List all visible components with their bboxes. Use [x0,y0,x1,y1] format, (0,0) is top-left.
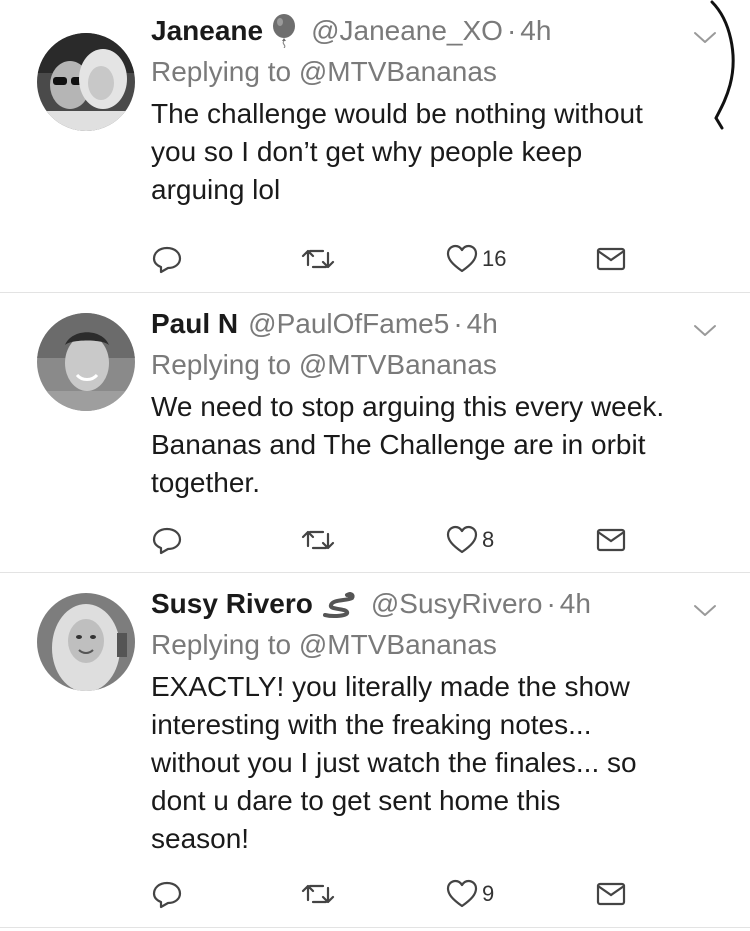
tweet-text-line: you so I don’t get why people keep [151,136,583,167]
user-handle[interactable]: @PaulOfFame5 [248,308,449,340]
chevron-down-icon[interactable] [692,323,718,344]
tweet-text: EXACTLY! you literally made the show int… [151,668,721,858]
replying-to-label[interactable]: Replying to @MTVBananas [151,629,497,661]
tweet-text-line: The challenge would be nothing without [151,98,643,129]
heart-icon [446,244,478,273]
envelope-icon [596,882,626,906]
retweet-icon [301,249,335,269]
display-name[interactable]: Paul N [151,308,238,340]
display-name[interactable]: Janeane [151,15,263,47]
user-handle[interactable]: @Janeane_XO [311,15,503,47]
retweet-button[interactable] [301,241,335,277]
chevron-down-icon[interactable] [692,603,718,624]
like-button[interactable]: 16 [446,241,506,277]
like-count: 8 [482,527,495,552]
display-name[interactable]: Susy Rivero [151,588,313,620]
tweet-text-line: together. [151,467,260,498]
tweet-text-line: We need to stop arguing this every week. [151,391,665,422]
reply-icon [152,527,182,555]
snake-icon [321,589,357,619]
separator-dot: · [453,308,463,339]
tweet-text-line: without you I just watch the finales... … [151,747,637,778]
retweet-button[interactable] [301,876,335,912]
tweet-actions: 8 [0,522,750,558]
like-count: 16 [482,246,507,271]
avatar[interactable] [37,33,135,131]
separator-dot: · [546,588,556,619]
heart-icon [446,879,478,908]
like-button[interactable]: 9 [446,876,494,912]
tweet-actions: 16 [0,241,750,277]
tweet[interactable]: Janeane @Janeane_XO · 4h Replying to @MT… [0,0,750,293]
replying-to-label[interactable]: Replying to @MTVBananas [151,56,497,88]
tweet-text: We need to stop arguing this every week.… [151,388,721,502]
tweet-header: Paul N @PaulOfFame5 · 4h [151,305,498,343]
replying-to-label[interactable]: Replying to @MTVBananas [151,349,497,381]
tweet-actions: 9 [0,876,750,912]
envelope-icon [596,528,626,552]
tweet-text-line: EXACTLY! you literally made the show [151,671,630,702]
tweet[interactable]: Paul N @PaulOfFame5 · 4h Replying to @MT… [0,293,750,573]
timestamp[interactable]: 4h [520,15,551,47]
tweet-text-line: season! [151,823,250,854]
reply-icon [152,881,182,909]
direct-message-button[interactable] [596,522,626,558]
user-handle[interactable]: @SusyRivero [371,588,543,620]
reply-button[interactable] [151,241,183,277]
reply-icon [152,246,182,274]
chevron-down-icon[interactable] [692,30,718,51]
balloon-icon [271,14,297,48]
avatar[interactable] [37,593,135,691]
like-count: 9 [482,881,495,906]
tweet[interactable]: Susy Rivero @SusyRivero · 4h Replying to… [0,573,750,928]
envelope-icon [596,247,626,271]
retweet-icon [301,530,335,550]
tweet-header: Janeane @Janeane_XO · 4h [151,12,551,50]
direct-message-button[interactable] [596,241,626,277]
heart-icon [446,525,478,554]
direct-message-button[interactable] [596,876,626,912]
avatar[interactable] [37,313,135,411]
tweet-text: The challenge would be nothing without y… [151,95,721,209]
separator-dot: · [506,15,517,46]
tweet-text-line: dont u dare to get sent home this [151,785,561,816]
tweet-text-line: interesting with the freaking notes... [151,709,592,740]
reply-button[interactable] [151,522,183,558]
tweet-header: Susy Rivero @SusyRivero · 4h [151,585,591,623]
tweet-text-line: arguing lol [151,174,281,205]
tweet-text-line: Bananas and The Challenge are in orbit [151,429,646,460]
retweet-icon [301,884,335,904]
reply-button[interactable] [151,876,183,912]
timestamp[interactable]: 4h [560,588,591,620]
retweet-button[interactable] [301,522,335,558]
timestamp[interactable]: 4h [467,308,498,340]
like-button[interactable]: 8 [446,522,494,558]
